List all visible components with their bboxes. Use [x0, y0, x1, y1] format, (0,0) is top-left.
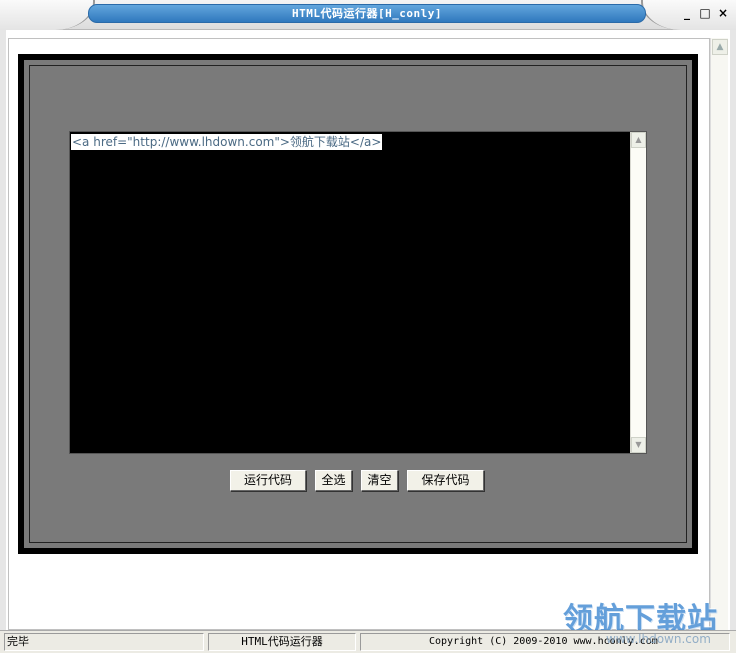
action-button-row: 运行代码 全选 清空 保存代码 [0, 470, 736, 492]
code-editor-scrollbar[interactable]: ▲ ▼ [630, 132, 646, 453]
clear-button[interactable]: 清空 [361, 470, 398, 491]
page-scrollbar[interactable]: ▲ [710, 38, 728, 630]
editor-scroll-up-icon[interactable]: ▲ [631, 132, 646, 148]
scroll-up-arrow-icon[interactable]: ▲ [712, 39, 728, 55]
title-bar[interactable]: HTML代码运行器[H_conly] _ □ × [0, 0, 736, 30]
window-title: HTML代码运行器[H_conly] [88, 4, 646, 23]
maximize-button[interactable]: □ [698, 6, 712, 20]
save-code-button[interactable]: 保存代码 [407, 470, 484, 491]
run-code-button[interactable]: 运行代码 [230, 470, 306, 491]
title-bar-left-tab [0, 0, 95, 30]
close-button[interactable]: × [716, 6, 730, 20]
minimize-button[interactable]: _ [680, 6, 694, 20]
watermark-url: www.lhdown.com [606, 632, 711, 646]
select-all-button[interactable]: 全选 [315, 470, 352, 491]
status-state: 完毕 [4, 633, 204, 651]
editor-scroll-down-icon[interactable]: ▼ [631, 437, 646, 453]
code-editor-content[interactable]: <a href="http://www.lhdown.com">领航下载站</a… [71, 134, 383, 150]
status-app-name: HTML代码运行器 [208, 633, 356, 651]
window-controls: _ □ × [680, 6, 730, 20]
code-editor[interactable]: <a href="http://www.lhdown.com">领航下载站</a… [69, 131, 647, 454]
